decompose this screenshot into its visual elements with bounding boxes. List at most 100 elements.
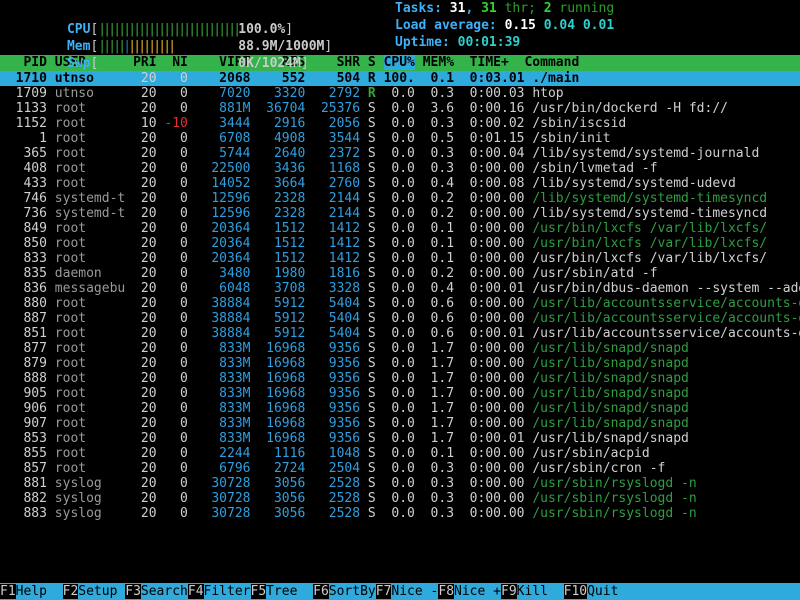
cell-cpu-percent: 0.0 [383,341,423,356]
process-row[interactable]: 855 root 20 0 2244 1116 1048 S 0.0 0.1 0… [0,446,800,461]
function-label-tree[interactable]: Tree [266,584,314,599]
cell-cpu-percent: 0.0 [383,386,423,401]
function-key-f6[interactable]: F6 [313,584,329,599]
cell-pid: 879 [0,356,55,371]
process-row[interactable]: 408 root 20 0 22500 3436 1168 S 0.0 0.3 … [0,161,800,176]
cell-priority: 20 [133,296,165,311]
function-label-sortby[interactable]: SortBy [328,584,376,599]
cell-cpu-percent: 0.0 [383,251,423,266]
process-row[interactable]: 1710 utnso 20 0 2068 552 504 R 100. 0.1 … [0,71,800,86]
cell-mem-percent: 0.6 [422,311,462,326]
process-row[interactable]: 877 root 20 0 833M 16968 9356 S 0.0 1.7 … [0,341,800,356]
function-key-f10[interactable]: F10 [563,584,588,599]
function-key-f2[interactable]: F2 [62,584,79,599]
load-5min: 0.04 [543,18,576,33]
cell-pid: 746 [0,191,55,206]
process-row[interactable]: 905 root 20 0 833M 16968 9356 S 0.0 1.7 … [0,386,800,401]
cell-res: 16968 [258,401,314,416]
cell-nice: 0 [164,266,196,281]
process-row[interactable]: 887 root 20 0 38884 5912 5404 S 0.0 0.6 … [0,311,800,326]
cell-mem-percent: 0.3 [422,506,462,521]
cell-mem-percent: 0.3 [422,116,462,131]
cell-nice: 0 [164,371,196,386]
function-label-kill[interactable]: Kill [516,584,564,599]
process-row[interactable]: 1 root 20 0 6708 4908 3544 S 0.0 0.5 0:0… [0,131,800,146]
process-row[interactable]: 851 root 20 0 38884 5912 5404 S 0.0 0.6 … [0,326,800,341]
cell-res: 16968 [258,416,314,431]
process-row[interactable]: 907 root 20 0 833M 16968 9356 S 0.0 1.7 … [0,416,800,431]
cell-virt: 3480 [195,266,259,281]
cell-priority: 20 [133,371,165,386]
cell-res: 2640 [258,146,314,161]
function-label-search[interactable]: Search [140,584,188,599]
cell-state: S [367,251,384,266]
process-row[interactable]: 906 root 20 0 833M 16968 9356 S 0.0 1.7 … [0,401,800,416]
cell-priority: 20 [133,356,165,371]
cell-mem-percent: 0.4 [422,281,462,296]
header-state[interactable]: S [368,55,384,70]
process-row[interactable]: 433 root 20 0 14052 3664 2760 S 0.0 0.4 … [0,176,800,191]
process-row[interactable]: 1133 root 20 0 881M 36704 25376 S 0.0 3.… [0,101,800,116]
function-key-f7[interactable]: F7 [375,584,392,599]
system-stats-panel: Tasks: 31, 31 thr; 2 running Load averag… [395,0,614,51]
uptime-row: Uptime: 00:01:39 [395,34,614,51]
process-row[interactable]: 850 root 20 0 20364 1512 1412 S 0.0 0.1 … [0,236,800,251]
process-row[interactable]: 365 root 20 0 5744 2640 2372 S 0.0 0.3 0… [0,146,800,161]
cell-virt: 38884 [195,311,259,326]
process-row[interactable]: 746 systemd-t 20 0 12596 2328 2144 S 0.0… [0,191,800,206]
header-shr[interactable]: SHR [313,55,368,70]
process-row[interactable]: 879 root 20 0 833M 16968 9356 S 0.0 1.7 … [0,356,800,371]
function-label-quit[interactable]: Quit [587,584,635,599]
process-row[interactable]: 882 syslog 20 0 30728 3056 2528 S 0.0 0.… [0,491,800,506]
function-label-nice[interactable]: Nice + [454,584,501,599]
cell-virt: 30728 [195,491,259,506]
cell-shr: 2528 [313,476,368,491]
process-row[interactable]: 836 messagebu 20 0 6048 3708 3328 S 0.0 … [0,281,800,296]
cell-nice: 0 [164,416,196,431]
cell-nice: 0 [164,71,196,86]
header-command[interactable]: Command [517,55,579,70]
cell-cpu-percent: 0.0 [383,446,423,461]
function-key-f4[interactable]: F4 [187,584,204,599]
function-key-f5[interactable]: F5 [250,584,267,599]
process-row[interactable]: 835 daemon 20 0 3480 1980 1816 S 0.0 0.2… [0,266,800,281]
cell-cpu-percent: 100. [383,71,423,86]
cell-nice: 0 [164,326,196,341]
process-row[interactable]: 853 root 20 0 833M 16968 9356 S 0.0 1.7 … [0,431,800,446]
function-label-filter[interactable]: Filter [203,584,251,599]
cell-shr: 9356 [313,341,368,356]
cell-res: 5912 [258,296,314,311]
cell-command: /usr/sbin/atd -f [532,266,658,281]
function-key-f3[interactable]: F3 [125,584,141,599]
process-row[interactable]: 833 root 20 0 20364 1512 1412 S 0.0 0.1 … [0,251,800,266]
header-time[interactable]: TIME+ [454,55,517,70]
process-row[interactable]: 883 syslog 20 0 30728 3056 2528 S 0.0 0.… [0,506,800,521]
process-row[interactable]: 881 syslog 20 0 30728 3056 2528 S 0.0 0.… [0,476,800,491]
process-row[interactable]: 1152 root 10 -10 3444 2916 2056 S 0.0 0.… [0,116,800,131]
function-label-help[interactable]: Help [15,584,63,599]
function-key-f9[interactable]: F9 [501,584,517,599]
header-mem[interactable]: MEM% [415,55,454,70]
function-label-setup[interactable]: Setup [78,584,126,599]
cell-state: S [367,296,384,311]
cell-priority: 20 [133,401,165,416]
process-row[interactable]: 888 root 20 0 833M 16968 9356 S 0.0 1.7 … [0,371,800,386]
process-row[interactable]: 849 root 20 0 20364 1512 1412 S 0.0 0.1 … [0,221,800,236]
process-row[interactable]: 857 root 20 0 6796 2724 2504 S 0.0 0.3 0… [0,461,800,476]
cell-user: root [54,176,134,191]
cell-pid: 855 [0,446,55,461]
function-key-f8[interactable]: F8 [438,584,455,599]
cell-cpu-percent: 0.0 [383,416,423,431]
function-label-nice[interactable]: Nice - [391,584,439,599]
cell-shr: 9356 [313,386,368,401]
cell-mem-percent: 0.6 [422,296,462,311]
header-cpu[interactable]: CPU% [383,55,415,70]
cell-priority: 20 [133,146,165,161]
swap-bracket-open: [ [90,56,99,71]
meters-header: CPU[||||||||||||||||||||||||||||100.0%] … [0,0,800,71]
cell-time: 0:00.00 [461,446,533,461]
process-row[interactable]: 1709 utnso 20 0 7020 3320 2792 R 0.0 0.3… [0,86,800,101]
process-row[interactable]: 880 root 20 0 38884 5912 5404 S 0.0 0.6 … [0,296,800,311]
function-key-f1[interactable]: F1 [0,584,16,599]
process-row[interactable]: 736 systemd-t 20 0 12596 2328 2144 S 0.0… [0,206,800,221]
